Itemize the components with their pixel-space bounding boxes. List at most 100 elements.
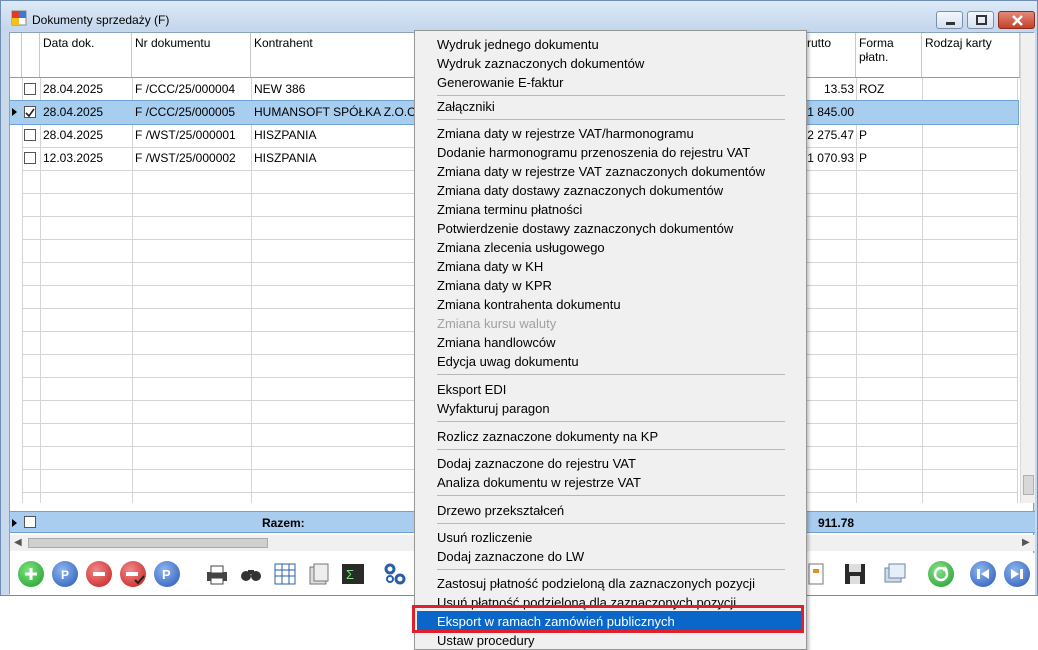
- context-menu: Wydruk jednego dokumentu Wydruk zaznaczon…: [414, 30, 807, 650]
- row-marker-icon: [12, 108, 17, 116]
- cell-gross: 1 070.93: [807, 151, 854, 165]
- menu-item[interactable]: Ustaw procedury: [437, 631, 535, 650]
- menu-separator: [437, 523, 785, 524]
- title-bar[interactable]: Dokumenty sprzedaży (F): [1, 1, 1037, 31]
- cell-contractor: HISZPANIA: [254, 151, 317, 165]
- menu-item[interactable]: Zmiana terminu płatności: [437, 200, 582, 219]
- svg-text:Σ: Σ: [346, 567, 354, 582]
- menu-item[interactable]: Zmiana kontrahenta dokumentu: [437, 295, 621, 314]
- header-gross[interactable]: rutto: [807, 33, 856, 77]
- row-checkbox[interactable]: [24, 83, 36, 95]
- cell-contractor: HISZPANIA: [254, 128, 317, 142]
- horizontal-scroll-thumb[interactable]: [28, 538, 268, 548]
- cell-date: 28.04.2025: [43, 82, 104, 96]
- row-checkbox[interactable]: [24, 129, 36, 141]
- row-checkbox[interactable]: [24, 106, 36, 118]
- header-date[interactable]: Data dok.: [40, 33, 132, 77]
- archive-icon[interactable]: [306, 561, 332, 587]
- menu-separator: [437, 119, 785, 120]
- preview-icon[interactable]: P: [52, 561, 78, 587]
- header-checkbox-column[interactable]: [22, 33, 40, 77]
- menu-item[interactable]: Potwierdzenie dostawy zaznaczonych dokum…: [437, 219, 733, 238]
- close-icon: [1012, 15, 1023, 26]
- menu-item[interactable]: Rozlicz zaznaczone dokumenty na KP: [437, 427, 658, 446]
- menu-item[interactable]: Dodaj zaznaczone do LW: [437, 547, 584, 566]
- save-icon[interactable]: [842, 561, 868, 587]
- export-icon[interactable]: [806, 561, 832, 587]
- vertical-scrollbar[interactable]: [1020, 33, 1035, 503]
- menu-separator: [437, 374, 785, 375]
- add-icon[interactable]: [18, 561, 44, 587]
- cell-contractor: NEW 386: [254, 82, 306, 96]
- app-icon: [11, 10, 27, 26]
- cell-gross: 13.53: [823, 82, 854, 96]
- close-button[interactable]: [998, 11, 1035, 29]
- menu-item[interactable]: Analiza dokumentu w rejestrze VAT: [437, 473, 641, 492]
- header-card-type[interactable]: Rodzaj karty: [922, 33, 1020, 77]
- select-all-checkbox[interactable]: [24, 516, 36, 528]
- refresh-icon[interactable]: [928, 561, 954, 587]
- cell-number: F /WST/25/000001: [135, 128, 236, 142]
- vertical-scroll-thumb[interactable]: [1023, 475, 1034, 495]
- menu-item[interactable]: Zmiana daty w rejestrze VAT/harmonogramu: [437, 124, 694, 143]
- annotation-highlight-box: [412, 605, 804, 633]
- menu-item[interactable]: Zmiana zlecenia usługowego: [437, 238, 605, 257]
- menu-item[interactable]: Zmiana handlowców: [437, 333, 556, 352]
- menu-item[interactable]: Drzewo przekształceń: [437, 501, 564, 520]
- menu-item[interactable]: Zmiana daty w KH: [437, 257, 543, 276]
- menu-item[interactable]: Wyfakturuj paragon: [437, 399, 550, 418]
- cell-gross: 1 845.00: [807, 105, 854, 119]
- row-marker-icon: [12, 519, 17, 527]
- delete-icon[interactable]: [86, 561, 112, 587]
- menu-item[interactable]: Wydruk jednego dokumentu: [437, 35, 599, 54]
- header-marker-column: [10, 33, 22, 77]
- sum-icon[interactable]: Σ: [340, 561, 366, 587]
- svg-text:P: P: [162, 567, 171, 582]
- menu-separator: [437, 495, 785, 496]
- menu-item[interactable]: Zmiana daty w KPR: [437, 276, 552, 295]
- menu-separator: [437, 569, 785, 570]
- cell-payment-form: ROZ: [859, 82, 885, 96]
- totals-gross: 911.78: [818, 516, 855, 530]
- search-icon[interactable]: [238, 561, 264, 587]
- first-icon[interactable]: [970, 561, 996, 587]
- minimize-icon: [946, 22, 955, 25]
- row-checkbox[interactable]: [24, 152, 36, 164]
- totals-label: Razem:: [262, 516, 305, 530]
- menu-item[interactable]: Edycja uwag dokumentu: [437, 352, 579, 371]
- maximize-button[interactable]: [967, 11, 994, 29]
- table-icon[interactable]: [272, 561, 298, 587]
- minimize-button[interactable]: [936, 11, 963, 29]
- menu-item[interactable]: Eksport EDI: [437, 380, 506, 399]
- menu-item[interactable]: Zastosuj płatność podzieloną dla zaznacz…: [437, 574, 755, 593]
- menu-item[interactable]: Załączniki: [437, 97, 495, 116]
- cell-payment-form: P: [859, 151, 868, 165]
- header-number[interactable]: Nr dokumentu: [132, 33, 251, 77]
- menu-item[interactable]: Dodanie harmonogramu przenoszenia do rej…: [437, 143, 750, 162]
- menu-item[interactable]: Generowanie E-faktur: [437, 73, 563, 92]
- last-icon[interactable]: [1004, 561, 1030, 587]
- copy-icon[interactable]: [882, 561, 908, 587]
- menu-separator: [437, 449, 785, 450]
- menu-item[interactable]: Wydruk zaznaczonych dokumentów: [437, 54, 644, 73]
- scroll-right-icon[interactable]: ▶: [1022, 537, 1030, 548]
- header-payment-form[interactable]: Forma płatn.: [856, 33, 922, 77]
- cell-number: F /CCC/25/000005: [135, 105, 236, 119]
- header-contractor[interactable]: Kontrahent: [251, 33, 416, 77]
- menu-item[interactable]: Dodaj zaznaczone do rejestru VAT: [437, 454, 636, 473]
- menu-separator: [437, 421, 785, 422]
- menu-item: Zmiana kursu waluty: [437, 316, 557, 331]
- print-icon[interactable]: [204, 561, 230, 587]
- scroll-left-icon[interactable]: ◀: [14, 537, 22, 548]
- post-icon[interactable]: P: [154, 561, 180, 587]
- cell-number: F /WST/25/000002: [135, 151, 236, 165]
- menu-item[interactable]: Usuń rozliczenie: [437, 528, 532, 547]
- checkmark-icon: [25, 108, 35, 118]
- menu-item[interactable]: Zmiana daty dostawy zaznaczonych dokumen…: [437, 181, 723, 200]
- cell-date: 28.04.2025: [43, 105, 104, 119]
- menu-item[interactable]: Zmiana daty w rejestrze VAT zaznaczonych…: [437, 162, 765, 181]
- cell-number: F /CCC/25/000004: [135, 82, 236, 96]
- settings-icon[interactable]: [382, 561, 408, 587]
- cancel-approved-icon[interactable]: [120, 561, 146, 587]
- cell-date: 28.04.2025: [43, 128, 104, 142]
